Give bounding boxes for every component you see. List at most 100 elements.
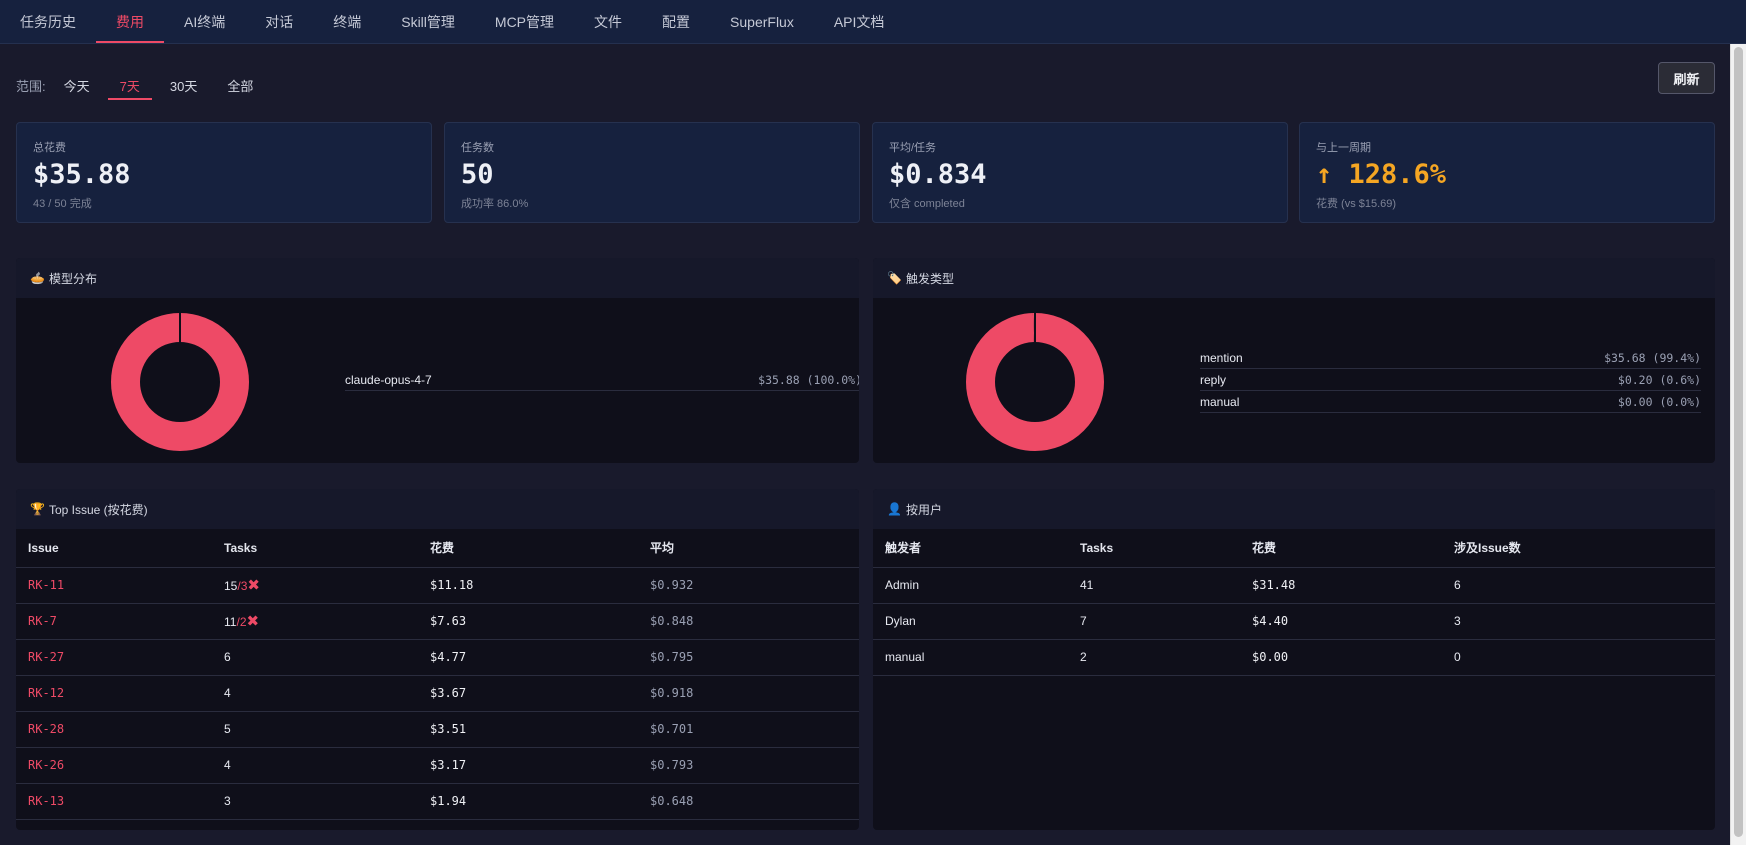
issue-link[interactable]: RK-27 bbox=[28, 650, 64, 664]
cost-cell: $31.48 bbox=[1240, 567, 1442, 604]
cost-cell: $0.00 bbox=[1240, 639, 1442, 676]
column-header: 花费 bbox=[418, 529, 638, 568]
cost-cell: $3.51 bbox=[418, 711, 638, 748]
issue-cell: RK-7 bbox=[16, 603, 212, 640]
column-header: 花费 bbox=[1240, 529, 1442, 568]
column-header: 触发者 bbox=[873, 529, 1068, 568]
tasks-cell: 11/2✖ bbox=[212, 603, 418, 640]
tab-5[interactable]: Skill管理 bbox=[381, 0, 475, 43]
cost-cell: $7.63 bbox=[418, 603, 638, 640]
tab-7[interactable]: 文件 bbox=[574, 0, 642, 43]
issue-table: Issue Tasks 花费 平均 RK-11 15/3✖ $11.18 $0.932 RK-… bbox=[16, 529, 859, 820]
tasks-cell: 7 bbox=[1068, 603, 1240, 640]
table-row: RK-7 11/2✖ $7.63 $0.848 bbox=[16, 603, 859, 640]
tasks-cell: 3 bbox=[212, 783, 418, 820]
donut-slice-0 bbox=[966, 313, 1104, 451]
tasks-cell: 4 bbox=[212, 675, 418, 712]
issue-cell: RK-11 bbox=[16, 567, 212, 604]
panel-title: 按用户 bbox=[905, 502, 942, 517]
page-scrollbar[interactable] bbox=[1730, 44, 1746, 845]
task-count-card: 任务数 50 成功率 86.0% bbox=[444, 122, 860, 223]
top-nav: 任务历史 费用 AI终端 对话 终端 Skill管理 MCP管理 文件 配置 SuperFlux A… bbox=[0, 0, 1746, 44]
legend-row: reply $0.20 (0.6%) bbox=[1200, 369, 1701, 391]
issues-cell: 0 bbox=[1442, 639, 1715, 676]
issue-link[interactable]: RK-12 bbox=[28, 686, 64, 700]
cost-cell: $3.17 bbox=[418, 747, 638, 784]
pie-icon: 🥧 bbox=[30, 271, 45, 285]
avg-per-task-card: 平均/任务 $0.834 仅含 completed bbox=[872, 122, 1288, 223]
legend-value: $35.88 (100.0%) bbox=[758, 372, 859, 387]
issue-link[interactable]: RK-28 bbox=[28, 722, 64, 736]
card-value: 50 bbox=[461, 159, 494, 190]
cost-cell: $4.40 bbox=[1240, 603, 1442, 640]
user-cell: manual bbox=[873, 639, 1068, 676]
table-row: RK-28 5 $3.51 $0.701 bbox=[16, 711, 859, 748]
top-issue-panel: 🏆 Top Issue (按花费) Issue Tasks 花费 平均 RK-11 15… bbox=[16, 489, 859, 830]
issue-cell: RK-26 bbox=[16, 747, 212, 784]
legend-value: $0.00 (0.0%) bbox=[1617, 394, 1701, 409]
card-value: $35.88 bbox=[33, 159, 131, 190]
cost-cell: $1.94 bbox=[418, 783, 638, 820]
panel-header: 👤 按用户 bbox=[873, 489, 1715, 529]
table-row: Dylan 7 $4.40 3 bbox=[873, 603, 1715, 640]
column-header: Tasks bbox=[212, 529, 418, 568]
issue-cell: RK-12 bbox=[16, 675, 212, 712]
range-option-1[interactable]: 7天 bbox=[107, 70, 153, 100]
trigger-legend: mention $35.68 (99.4%) reply $0.20 (0.6%) ma… bbox=[1200, 347, 1701, 413]
tab-0[interactable]: 任务历史 bbox=[0, 0, 96, 43]
cross-icon: ✖ bbox=[247, 577, 260, 594]
range-selector: 范围: 今天 7天 30天 全部 bbox=[16, 70, 271, 100]
tasks-cell: 6 bbox=[212, 639, 418, 676]
tab-4[interactable]: 终端 bbox=[313, 0, 381, 43]
column-header: Issue bbox=[16, 529, 212, 568]
tasks-cell: 2 bbox=[1068, 639, 1240, 676]
tab-6[interactable]: MCP管理 bbox=[475, 0, 574, 43]
tab-9[interactable]: SuperFlux bbox=[710, 0, 814, 43]
refresh-button[interactable]: 刷新 bbox=[1658, 62, 1715, 94]
user-cell: Dylan bbox=[873, 603, 1068, 640]
card-value: $0.834 bbox=[889, 159, 987, 190]
legend-value: $35.68 (99.4%) bbox=[1604, 350, 1701, 365]
trigger-donut-chart bbox=[966, 312, 1104, 451]
cost-cell: $3.67 bbox=[418, 675, 638, 712]
issue-cell: RK-28 bbox=[16, 711, 212, 748]
task-count: 4 bbox=[224, 686, 231, 700]
avg-cell: $0.918 bbox=[638, 675, 859, 712]
issue-link[interactable]: RK-26 bbox=[28, 758, 64, 772]
issues-cell: 3 bbox=[1442, 603, 1715, 640]
legend-name: claude-opus-4-7 bbox=[345, 372, 432, 387]
issue-link[interactable]: RK-13 bbox=[28, 794, 64, 808]
period-compare-card: 与上一周期 ↑ 128.6% 花费 (vs $15.69) bbox=[1299, 122, 1715, 223]
cost-cell: $11.18 bbox=[418, 567, 638, 604]
tab-8[interactable]: 配置 bbox=[642, 0, 710, 43]
table-row: RK-26 4 $3.17 $0.793 bbox=[16, 747, 859, 784]
issue-link[interactable]: RK-7 bbox=[28, 614, 57, 628]
tab-2[interactable]: AI终端 bbox=[164, 0, 245, 43]
trophy-icon: 🏆 bbox=[30, 502, 45, 516]
panel-header: 🏷️ 触发类型 bbox=[873, 258, 1715, 298]
avg-cell: $0.848 bbox=[638, 603, 859, 640]
tasks-cell: 41 bbox=[1068, 567, 1240, 604]
avg-cell: $0.648 bbox=[638, 783, 859, 820]
task-count: 6 bbox=[224, 650, 231, 664]
donut-slice-0 bbox=[111, 313, 249, 451]
range-option-3[interactable]: 全部 bbox=[215, 70, 265, 100]
tab-1[interactable]: 费用 bbox=[96, 0, 164, 43]
range-option-2[interactable]: 30天 bbox=[158, 70, 209, 100]
card-sub: 花费 (vs $15.69) bbox=[1316, 198, 1397, 210]
tasks-cell: 5 bbox=[212, 711, 418, 748]
user-icon: 👤 bbox=[887, 502, 902, 516]
tag-icon: 🏷️ bbox=[887, 271, 902, 285]
avg-cell: $0.795 bbox=[638, 639, 859, 676]
range-option-0[interactable]: 今天 bbox=[52, 70, 102, 100]
tab-3[interactable]: 对话 bbox=[245, 0, 313, 43]
card-label: 任务数 bbox=[461, 142, 494, 154]
issue-link[interactable]: RK-11 bbox=[28, 578, 64, 592]
legend-name: manual bbox=[1200, 394, 1240, 409]
failed-count: 2 bbox=[239, 615, 247, 629]
scrollbar-thumb[interactable] bbox=[1734, 47, 1743, 837]
task-count: 15 bbox=[224, 579, 238, 593]
range-label: 范围: bbox=[16, 78, 46, 94]
tab-10[interactable]: API文档 bbox=[814, 0, 905, 43]
task-count: 3 bbox=[224, 794, 231, 808]
